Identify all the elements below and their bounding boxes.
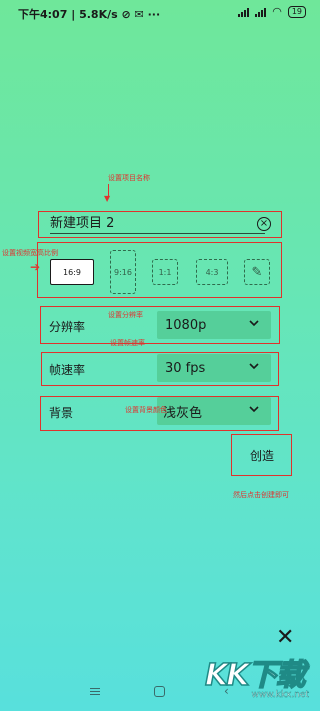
- watermark-logo: KK下载 www.kkx.net: [204, 650, 315, 708]
- status-bar: 下午4:07 | 5.8K/s ⊘ ✉ ··· ◠ 19: [0, 0, 320, 26]
- framerate-select[interactable]: 30 fps: [157, 354, 271, 382]
- watermark-text: KK下载: [204, 657, 306, 694]
- project-name-input[interactable]: 新建项目 2: [50, 214, 265, 234]
- ratio-4-3[interactable]: 4:3: [196, 259, 228, 285]
- chevron-down-icon: [249, 363, 259, 370]
- mute-icon: ⊘ ✉ ···: [121, 8, 161, 21]
- status-speed: 5.8K/s: [79, 8, 118, 21]
- ratio-9-16[interactable]: 9:16: [110, 250, 136, 294]
- ratio-1-1[interactable]: 1:1: [152, 259, 178, 285]
- custom-ratio-button[interactable]: ✎: [244, 259, 270, 285]
- ratio-16-9[interactable]: 16:9: [50, 259, 94, 285]
- ratio-label: 16:9: [63, 267, 81, 277]
- status-left: 下午4:07 | 5.8K/s ⊘ ✉ ···: [18, 8, 161, 21]
- signal-icon-2: [255, 7, 267, 17]
- wifi-icon: ◠: [272, 5, 282, 18]
- ratio-label: 1:1: [158, 267, 172, 277]
- annotation-name: 设置项目名称: [108, 174, 150, 182]
- status-right: ◠ 19: [238, 5, 306, 18]
- resolution-select[interactable]: 1080p: [157, 311, 271, 339]
- close-icon[interactable]: ✕: [276, 627, 294, 649]
- signal-icon: [238, 7, 250, 17]
- home-icon[interactable]: [154, 686, 165, 697]
- create-button[interactable]: 创造: [232, 435, 292, 475]
- status-time: 下午4:07: [18, 8, 68, 21]
- close-circle-icon[interactable]: ×: [257, 217, 271, 231]
- battery-icon: 19: [287, 5, 306, 18]
- ratio-label: 9:16: [114, 267, 132, 277]
- ratio-label: 4:3: [205, 267, 219, 277]
- annotation-create: 然后点击创建即可: [233, 491, 289, 499]
- framerate-label: 帧速率: [49, 363, 86, 377]
- chevron-down-icon: [249, 320, 259, 327]
- pencil-icon: ✎: [251, 264, 263, 280]
- framerate-value: 30 fps: [165, 360, 206, 376]
- background-value: 浅灰色: [163, 405, 203, 421]
- background-label: 背景: [49, 406, 74, 420]
- resolution-label: 分辨率: [49, 320, 86, 334]
- background-select[interactable]: 浅灰色: [157, 397, 271, 425]
- menu-icon[interactable]: [90, 688, 100, 696]
- resolution-value: 1080p: [165, 317, 207, 333]
- chevron-down-icon: [249, 406, 259, 413]
- annotation-background: 设置背景颜色: [125, 406, 167, 414]
- annotation-framerate: 设置帧速率: [110, 339, 145, 347]
- arrow-down-icon: ▼: [104, 194, 111, 203]
